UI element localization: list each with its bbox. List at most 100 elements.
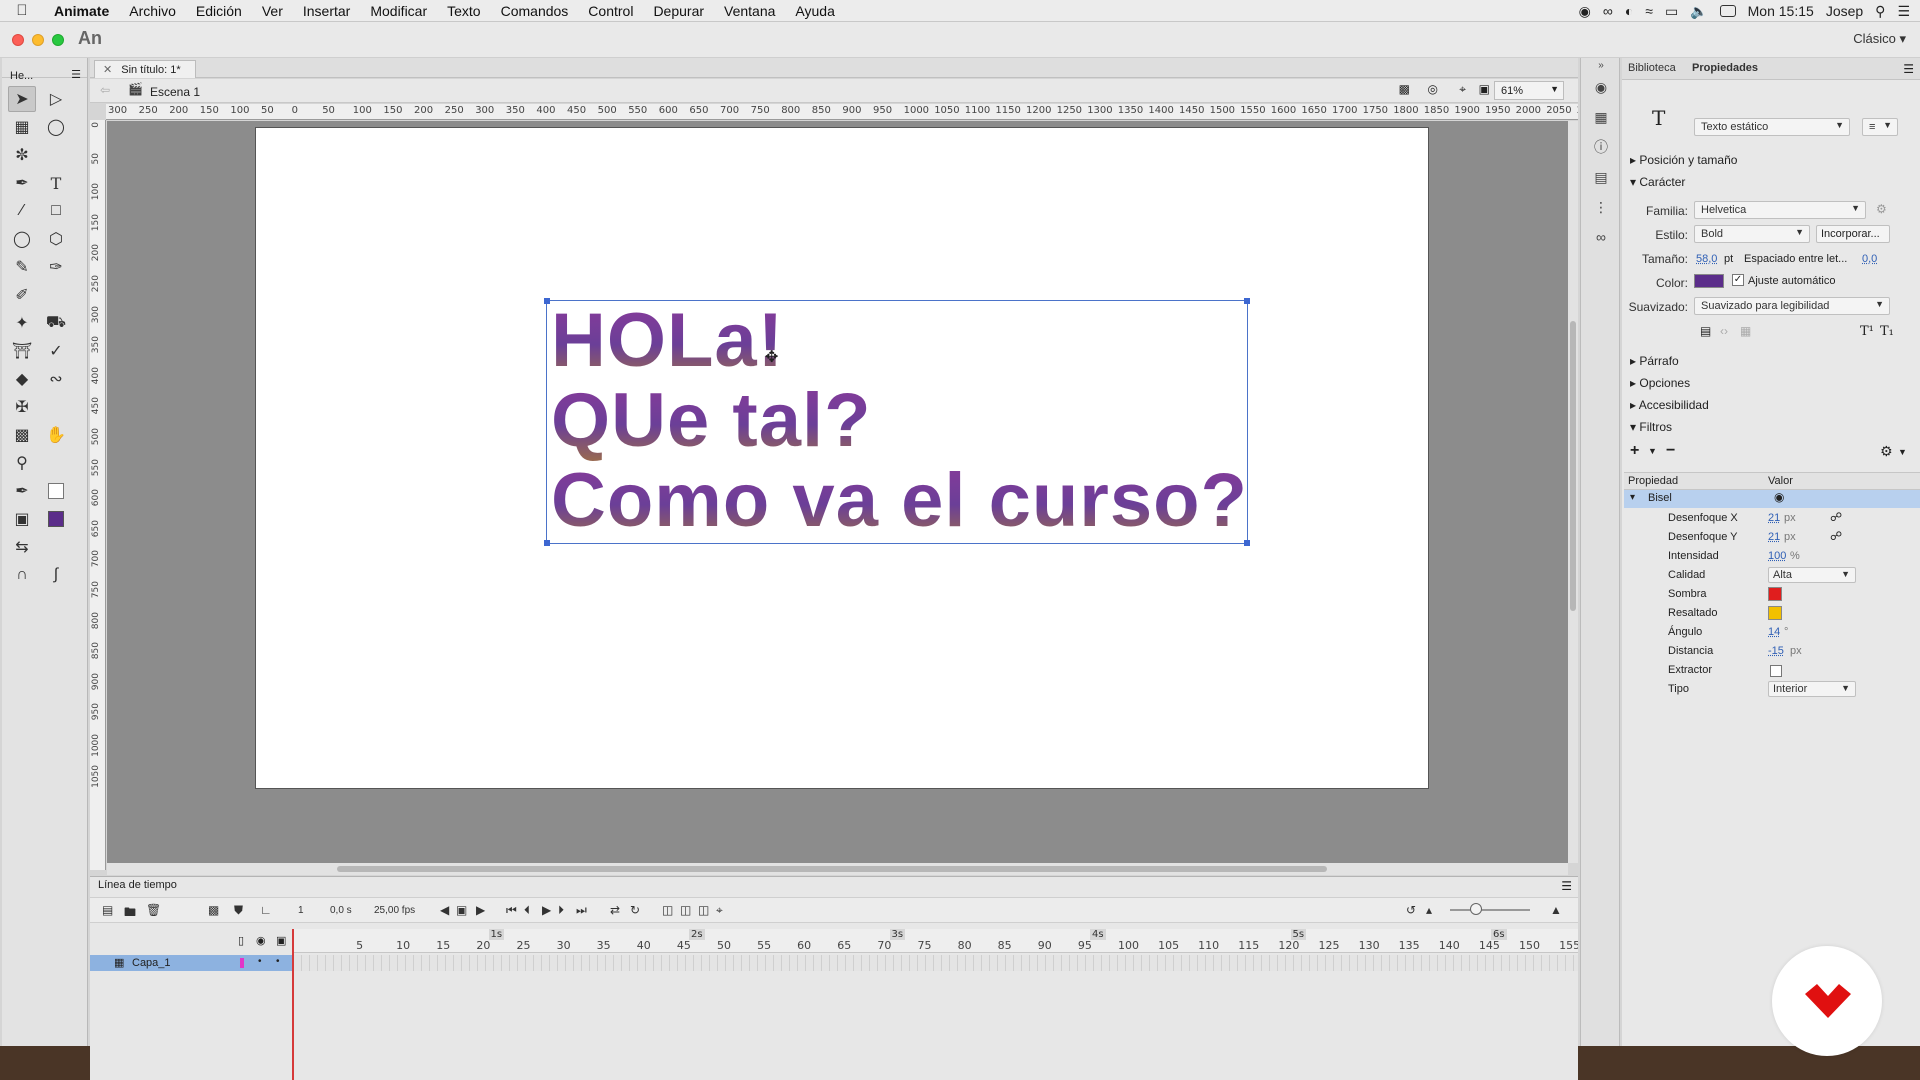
rectangle-tool-icon[interactable]: □ [42,198,70,224]
eraser-tool-icon[interactable]: ◆ [8,366,36,392]
selectable-text-icon[interactable]: ▤ [1700,324,1711,338]
text-box-handle-tr[interactable] [1244,298,1250,304]
filter-property-row[interactable]: Ángulo 14 ° [1624,624,1920,643]
text-box-handle-tl[interactable] [544,298,550,304]
filter-property-row[interactable]: Distancia -15 px [1624,643,1920,662]
tab-properties[interactable]: Propiedades [1692,62,1758,74]
ink-bottle-tool-icon[interactable]: ⛩ [8,338,36,364]
frame-rate[interactable]: 25,00 fps [374,905,415,916]
highlight-color-swatch[interactable] [1768,606,1782,620]
bone-tool-icon[interactable]: ✦ [8,310,36,336]
brush-tool-icon[interactable]: ✐ [8,282,36,308]
tab-library[interactable]: Biblioteca [1628,62,1676,74]
width-tool-icon[interactable]: ∾ [42,366,70,392]
text-box-handle-bl[interactable] [544,540,550,546]
zoom-dropdown[interactable]: 61% ▼ [1494,81,1564,100]
graph-icon[interactable]: ∟ [260,903,272,917]
window-maximize-button[interactable] [52,34,64,46]
shadow-color-swatch[interactable] [1768,587,1782,601]
knockout-checkbox[interactable] [1770,665,1782,677]
vertical-scrollbar-thumb[interactable] [1570,321,1576,611]
oval-tool-icon[interactable]: ◯ [8,226,36,252]
onion-skin-icon[interactable]: ◫ [662,903,673,917]
creative-cloud-icon[interactable]: ∞ [1603,3,1613,19]
modify-markers-icon[interactable]: ⌖ [716,903,723,918]
sync-icon[interactable]: ◐ [1625,3,1633,19]
menu-control[interactable]: Control [578,3,643,19]
stroke-color-icon[interactable]: ✒ [8,478,36,504]
menu-comandos[interactable]: Comandos [491,3,579,19]
section-position-size[interactable]: ▸ Posición y tamaño [1630,153,1737,167]
eyedropper-tool-icon[interactable]: ✓ [42,338,70,364]
zoom-out-icon[interactable]: ▴ [1426,903,1432,917]
new-folder-icon[interactable]: 🖿 [124,903,136,924]
reset-icon[interactable]: ↺ [1406,903,1416,917]
close-icon[interactable]: ✕ [103,64,112,76]
letter-spacing-value[interactable]: 0,0 [1862,253,1877,265]
zoom-in-icon[interactable]: ▲ [1550,903,1562,917]
filter-property-value[interactable]: 21 [1768,531,1780,543]
frame-zoom-slider[interactable] [1450,909,1530,911]
link-icon[interactable]: ☍ [1830,510,1842,524]
smooth-icon[interactable]: ∫ [42,562,70,588]
menu-insertar[interactable]: Insertar [293,3,360,19]
fill-color-swatch[interactable] [42,506,70,532]
layer-row[interactable]: ▦ Capa_1 • • [90,955,294,971]
vertical-scrollbar[interactable] [1568,121,1578,863]
menu-archivo[interactable]: Archivo [119,3,186,19]
align-panel-icon[interactable]: ▤ [1581,162,1621,192]
text-box-handle-br[interactable] [1244,540,1250,546]
apple-icon[interactable]:  [0,2,44,19]
text-type-dropdown[interactable]: Texto estático ▼ [1694,118,1850,136]
edit-multiple-frames-icon[interactable]: ◫ [698,903,709,917]
menu-ventana[interactable]: Ventana [714,3,785,19]
pencil-tool-icon[interactable]: ✎ [8,254,36,280]
render-html-icon[interactable]: ‹› [1720,324,1728,338]
clock[interactable]: Mon 15:15 [1748,3,1814,19]
stage[interactable]: HOLa! QUe tal? Como va el curso? ✥ [255,127,1429,789]
collapse-arrows-icon[interactable]: » [1581,58,1621,72]
scene-label[interactable]: Escena 1 [150,85,200,99]
filter-property-row[interactable]: Calidad Alta ▼ [1624,567,1920,586]
pen-tool-icon[interactable]: ✒ [8,170,36,196]
next-keyframe-icon[interactable]: ▶ [476,903,485,917]
font-size-value[interactable]: 58,0 [1696,253,1717,265]
camera-icon[interactable]: ▩ [208,903,219,917]
link-icon[interactable]: ☍ [1830,529,1842,543]
section-options[interactable]: ▸ Opciones [1630,376,1690,390]
paint-bucket-tool-icon[interactable]: ⛟ [42,310,70,336]
new-layer-icon[interactable]: ▤ [102,903,113,917]
selection-tool-icon[interactable]: ➤ [8,86,36,112]
filter-row-bisel[interactable]: ▾ Bisel ◉ [1624,490,1920,508]
menu-texto[interactable]: Texto [437,3,490,19]
filter-property-row[interactable]: Resaltado [1624,605,1920,624]
info-panel-icon[interactable]: ⓘ [1581,132,1621,162]
superscript-icon[interactable]: T¹ [1860,324,1874,339]
play-icon[interactable]: ▶ [542,903,551,917]
menu-edicion[interactable]: Edición [186,3,252,19]
panel-menu-icon[interactable]: ☰ [1561,879,1572,893]
goto-first-icon[interactable]: ⏮ [506,903,517,918]
frame-zoom-slider-knob[interactable] [1470,903,1482,915]
panel-menu-icon[interactable]: ☰ [1903,62,1914,76]
eye-icon[interactable]: ◉ [1774,490,1784,504]
line-tool-icon[interactable]: ∕ [8,198,36,224]
battery-icon[interactable] [1719,5,1736,17]
section-character[interactable]: ▾ Carácter [1630,175,1685,189]
delete-layer-icon[interactable]: 🗑 [146,903,161,917]
workspace-selector[interactable]: Clásico ▾ [1853,31,1906,47]
stroke-color-swatch[interactable] [42,478,70,504]
chevron-down-icon[interactable]: ▾ [1630,492,1635,503]
filter-property-row[interactable]: Intensidad 100 % [1624,548,1920,567]
smoothing-dropdown[interactable]: Suavizado para legibilidad ▼ [1694,297,1890,315]
pin-tool-icon[interactable]: ✠ [8,394,36,420]
filter-property-row[interactable]: Desenfoque X 21 px ☍ [1624,510,1920,529]
horizontal-scrollbar-thumb[interactable] [337,866,1327,872]
3d-rotation-tool-icon[interactable]: ◯ [42,114,70,140]
record-icon[interactable]: ◉ [1579,3,1591,20]
window-minimize-button[interactable] [32,34,44,46]
swap-colors-icon[interactable]: ⇆ [8,534,36,560]
free-transform-tool-icon[interactable]: ▦ [8,114,36,140]
menu-ayuda[interactable]: Ayuda [785,3,844,19]
creative-cloud-libraries-icon[interactable]: ∞ [1581,222,1621,252]
